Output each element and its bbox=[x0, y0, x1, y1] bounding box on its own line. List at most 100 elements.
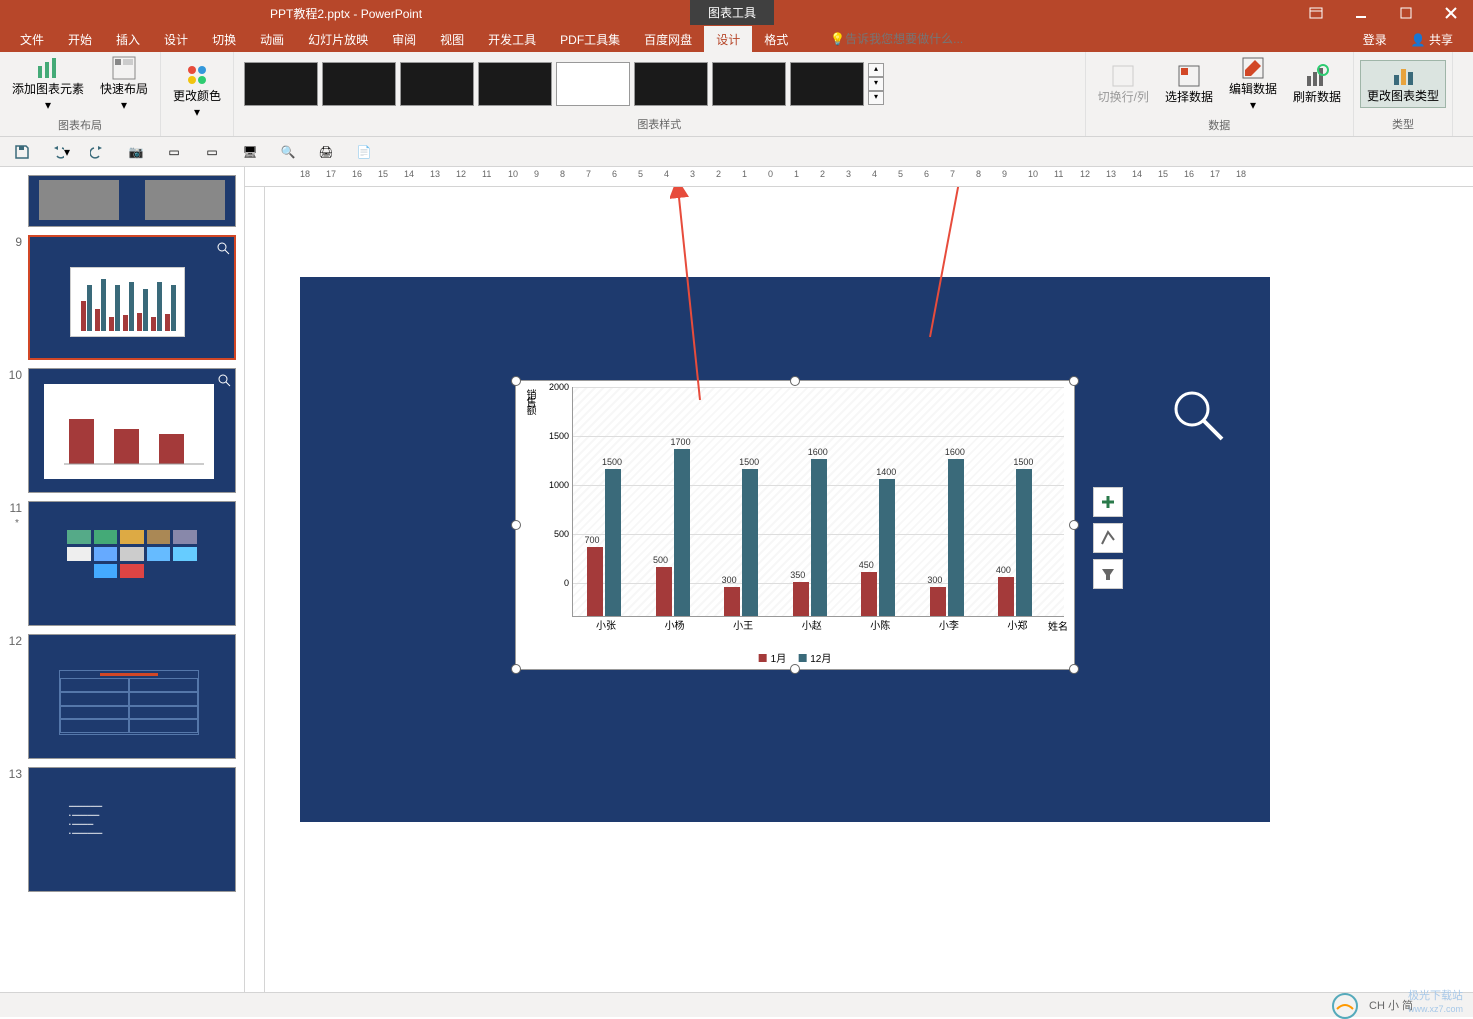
change-type-icon bbox=[1391, 63, 1415, 87]
tab-design[interactable]: 设计 bbox=[152, 26, 200, 53]
tab-transition[interactable]: 切换 bbox=[200, 26, 248, 53]
ribbon-group-layout: 添加图表元素▾ 快速布局▾ 图表布局 bbox=[0, 52, 161, 136]
slide-num-12: 12 bbox=[8, 634, 28, 759]
switch-row-col-button: 切换行/列 bbox=[1092, 62, 1155, 108]
slide-num-13: 13 bbox=[8, 767, 28, 892]
close-button[interactable] bbox=[1428, 0, 1473, 26]
tell-me-input[interactable] bbox=[845, 32, 995, 46]
chart-style-2[interactable] bbox=[322, 62, 396, 106]
qat-btn-9[interactable]: 🖨 bbox=[316, 142, 336, 162]
select-data-button[interactable]: 选择数据 bbox=[1159, 62, 1219, 108]
edit-data-icon bbox=[1241, 56, 1265, 80]
ribbon-group-color: 更改颜色▾ bbox=[161, 52, 234, 136]
main-area: 9 10 bbox=[0, 167, 1473, 992]
qat-btn-6[interactable]: ▭ bbox=[202, 142, 222, 162]
status-bar: 极光下载站www.xz7.com CH 小 简 bbox=[0, 992, 1473, 1017]
refresh-data-button[interactable]: 刷新数据 bbox=[1287, 62, 1347, 108]
qat-btn-5[interactable]: ▭ bbox=[164, 142, 184, 162]
chart-elements-button[interactable] bbox=[1093, 487, 1123, 517]
ruler-vertical bbox=[245, 187, 265, 992]
plot-area[interactable]: 05001000150020007001500小张5001700小杨300150… bbox=[572, 387, 1064, 617]
ribbon-group-styles: ▴ ▾ ▾ 图表样式 bbox=[234, 52, 1086, 136]
magnifier-icon bbox=[216, 241, 230, 255]
chart-style-6[interactable] bbox=[634, 62, 708, 106]
chart-styles-gallery[interactable]: ▴ ▾ ▾ bbox=[240, 58, 1079, 110]
qat-btn-7[interactable]: 🖥 bbox=[240, 142, 260, 162]
style-scroll-down[interactable]: ▾ bbox=[868, 77, 884, 91]
slide-canvas[interactable]: 销售额 姓名 05001000150020007001500小张5001700小… bbox=[265, 187, 1473, 992]
slide-thumb-12[interactable] bbox=[28, 634, 236, 759]
magnifier-icon bbox=[217, 373, 231, 387]
quick-layout-button[interactable]: 快速布局▾ bbox=[94, 54, 154, 115]
minimize-button[interactable] bbox=[1338, 0, 1383, 26]
y-axis-title: 销售额 bbox=[522, 389, 537, 413]
tab-chart-format[interactable]: 格式 bbox=[752, 26, 800, 53]
ribbon-group-data: 切换行/列 选择数据 编辑数据▾ 刷新数据 数据 bbox=[1086, 52, 1354, 136]
style-more[interactable]: ▾ bbox=[868, 91, 884, 105]
slide-thumb-9[interactable] bbox=[28, 235, 236, 360]
group-label-data: 数据 bbox=[1208, 115, 1230, 135]
tab-file[interactable]: 文件 bbox=[8, 26, 56, 53]
chart-style-5[interactable] bbox=[556, 62, 630, 106]
chart-styles-button[interactable] bbox=[1093, 523, 1123, 553]
watermark-logo bbox=[1332, 993, 1358, 1019]
slide-thumb-10[interactable] bbox=[28, 368, 236, 493]
slide-num-9: 9 bbox=[8, 235, 28, 360]
chart-style-8[interactable] bbox=[790, 62, 864, 106]
tab-animation[interactable]: 动画 bbox=[248, 26, 296, 53]
chart-style-1[interactable] bbox=[244, 62, 318, 106]
ribbon-options-button[interactable] bbox=[1293, 0, 1338, 26]
save-button[interactable] bbox=[12, 142, 32, 162]
quick-access-toolbar: ▾ 📷 ▭ ▭ 🖥 🔍 🖨 📄 bbox=[0, 137, 1473, 167]
tab-baidu[interactable]: 百度网盘 bbox=[632, 26, 704, 53]
chart-object[interactable]: 销售额 姓名 05001000150020007001500小张5001700小… bbox=[515, 380, 1075, 670]
login-button[interactable]: 登录 bbox=[1351, 26, 1399, 53]
chart[interactable]: 销售额 姓名 05001000150020007001500小张5001700小… bbox=[516, 381, 1074, 669]
watermark-text: 极光下载站www.xz7.com bbox=[1408, 987, 1463, 1015]
ribbon-group-type: 更改图表类型 类型 bbox=[1354, 52, 1453, 136]
magnifier-icon-large bbox=[1170, 387, 1230, 447]
tab-chart-design[interactable]: 设计 bbox=[704, 26, 752, 53]
title-bar: PPT教程2.pptx - PowerPoint 图表工具 bbox=[0, 0, 1473, 26]
change-color-button[interactable]: 更改颜色▾ bbox=[167, 61, 227, 122]
qat-btn-8[interactable]: 🔍 bbox=[278, 142, 298, 162]
tab-slideshow[interactable]: 幻灯片放映 bbox=[296, 26, 380, 53]
chart-style-3[interactable] bbox=[400, 62, 474, 106]
style-scroll-up[interactable]: ▴ bbox=[868, 63, 884, 77]
ruler-horizontal: 1817161514131211109876543210123456789101… bbox=[245, 167, 1473, 187]
qat-btn-10[interactable]: 📄 bbox=[354, 142, 374, 162]
undo-button[interactable]: ▾ bbox=[50, 142, 70, 162]
slide[interactable]: 销售额 姓名 05001000150020007001500小张5001700小… bbox=[300, 277, 1270, 822]
chart-tools-contextual-tab[interactable]: 图表工具 bbox=[690, 0, 774, 25]
qat-btn-4[interactable]: 📷 bbox=[126, 142, 146, 162]
editor: 1817161514131211109876543210123456789101… bbox=[245, 167, 1473, 992]
chart-style-7[interactable] bbox=[712, 62, 786, 106]
refresh-icon bbox=[1305, 64, 1329, 88]
add-chart-element-button[interactable]: 添加图表元素▾ bbox=[6, 54, 90, 115]
chart-side-icons bbox=[1093, 487, 1123, 589]
change-chart-type-button[interactable]: 更改图表类型 bbox=[1360, 60, 1446, 108]
x-axis-title: 姓名 bbox=[1048, 618, 1068, 633]
slide-thumb-8[interactable] bbox=[28, 175, 236, 227]
slide-thumb-13[interactable]: ━━━━━━━━━━━• ━━━━━━━━━• ━━━━━━━• ━━━━━━━… bbox=[28, 767, 236, 892]
tab-review[interactable]: 审阅 bbox=[380, 26, 428, 53]
tell-me[interactable]: 💡 bbox=[830, 32, 995, 46]
chart-style-4[interactable] bbox=[478, 62, 552, 106]
slide-panel[interactable]: 9 10 bbox=[0, 167, 245, 992]
tab-view[interactable]: 视图 bbox=[428, 26, 476, 53]
switch-icon bbox=[1111, 64, 1135, 88]
ribbon: 添加图表元素▾ 快速布局▾ 图表布局 更改颜色▾ bbox=[0, 52, 1473, 137]
maximize-button[interactable] bbox=[1383, 0, 1428, 26]
tab-insert[interactable]: 插入 bbox=[104, 26, 152, 53]
tab-pdf[interactable]: PDF工具集 bbox=[548, 26, 632, 53]
edit-data-button[interactable]: 编辑数据▾ bbox=[1223, 54, 1283, 115]
tab-home[interactable]: 开始 bbox=[56, 26, 104, 53]
ribbon-tabs: 文件 开始 插入 设计 切换 动画 幻灯片放映 审阅 视图 开发工具 PDF工具… bbox=[0, 26, 1473, 52]
slide-thumb-11[interactable]: * bbox=[28, 501, 236, 626]
share-button[interactable]: 👤 共享 bbox=[1399, 26, 1465, 53]
color-icon bbox=[185, 63, 209, 87]
redo-button[interactable] bbox=[88, 142, 108, 162]
tab-developer[interactable]: 开发工具 bbox=[476, 26, 548, 53]
legend[interactable]: 1月 12月 bbox=[759, 650, 832, 665]
chart-filter-button[interactable] bbox=[1093, 559, 1123, 589]
